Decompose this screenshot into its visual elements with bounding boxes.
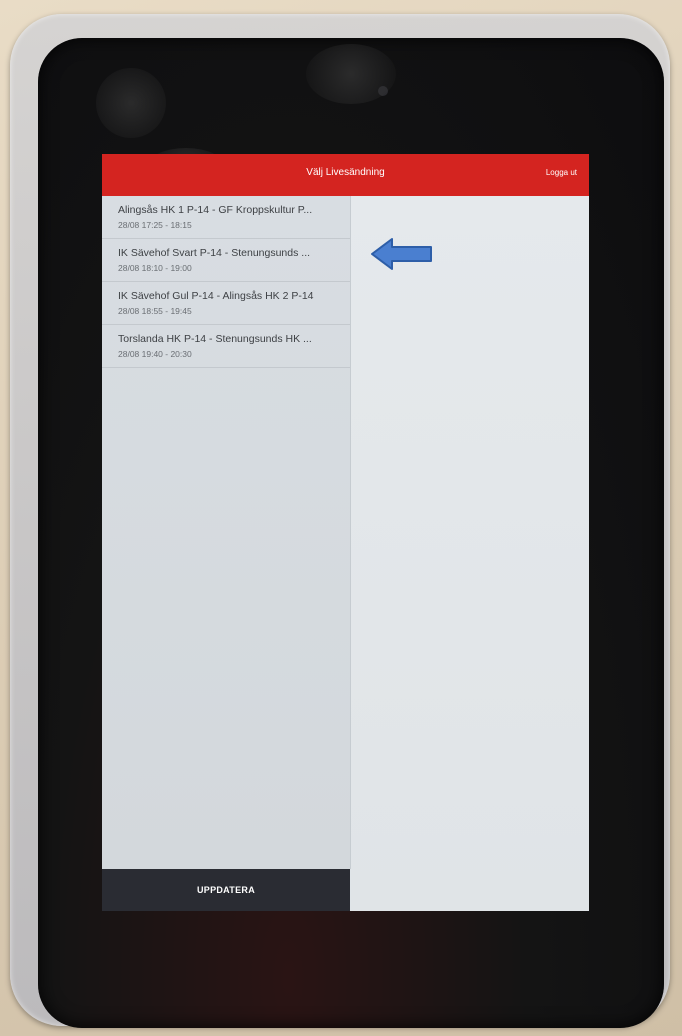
reflection — [306, 44, 396, 104]
broadcast-list: Alingsås HK 1 P-14 - GF Kroppskultur P..… — [102, 196, 351, 869]
broadcast-time: 28/08 17:25 - 18:15 — [118, 220, 192, 230]
broadcast-title: Torslanda HK P-14 - Stenungsunds HK ... — [118, 333, 312, 345]
broadcast-title: IK Sävehof Svart P-14 - Stenungsunds ... — [118, 247, 311, 259]
broadcast-title: Alingsås HK 1 P-14 - GF Kroppskultur P..… — [118, 204, 313, 216]
list-item[interactable]: Torslanda HK P-14 - Stenungsunds HK ... … — [102, 325, 350, 368]
broadcast-time: 28/08 18:10 - 19:00 — [118, 263, 192, 273]
broadcast-time: 28/08 19:40 - 20:30 — [118, 349, 192, 359]
page-title: Välj Livesändning — [306, 167, 385, 178]
update-button[interactable]: UPPDATERA — [102, 869, 350, 911]
broadcast-title: IK Sävehof Gul P-14 - Alingsås HK 2 P-14 — [118, 290, 314, 302]
app-screen: Välj Livesändning Logga ut Alingsås HK 1… — [102, 154, 589, 911]
list-item[interactable]: IK Sävehof Gul P-14 - Alingsås HK 2 P-14… — [102, 282, 350, 325]
left-arrow-icon — [371, 238, 432, 270]
reflection — [96, 68, 166, 138]
logout-button[interactable]: Logga ut — [546, 168, 577, 177]
list-item[interactable]: Alingsås HK 1 P-14 - GF Kroppskultur P..… — [102, 196, 350, 239]
header-bar: Välj Livesändning Logga ut — [102, 154, 589, 196]
broadcast-time: 28/08 18:55 - 19:45 — [118, 306, 192, 316]
list-item[interactable]: IK Sävehof Svart P-14 - Stenungsunds ...… — [102, 239, 350, 282]
detail-panel — [351, 196, 589, 911]
